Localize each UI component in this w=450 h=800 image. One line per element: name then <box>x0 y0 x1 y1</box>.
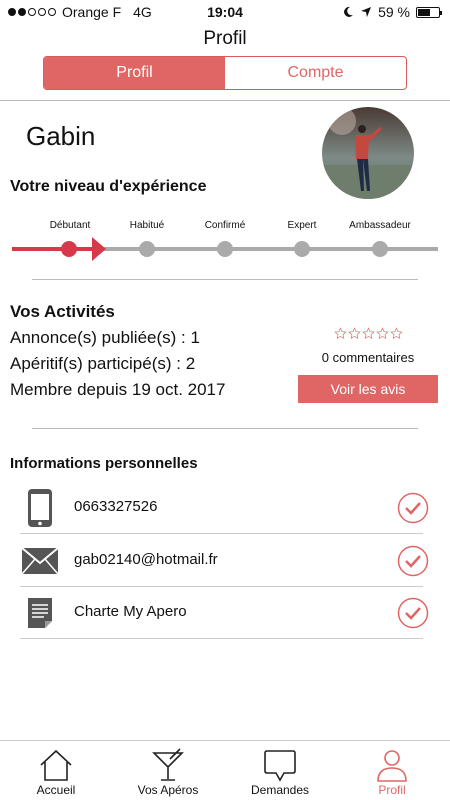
rating-stars <box>334 327 403 340</box>
cocktail-icon <box>152 748 184 781</box>
charte-row[interactable]: Charte My Apero <box>20 587 429 639</box>
experience-title: Votre niveau d'expérience <box>10 178 207 195</box>
charte-value: Charte My Apero <box>74 603 187 620</box>
phone-row[interactable]: 0663327526 <box>20 482 429 534</box>
voir-avis-button[interactable]: Voir les avis <box>298 375 438 403</box>
battery-label: 59 % <box>378 4 410 20</box>
star-icon <box>362 327 375 340</box>
personal-info-title: Informations personnelles <box>10 455 198 472</box>
tab-label: Accueil <box>36 783 76 797</box>
comments-count: 0 commentaires <box>321 350 415 365</box>
level-label: Habitué <box>129 220 165 231</box>
envelope-icon <box>20 541 60 581</box>
level-node-ambassadeur <box>372 241 388 257</box>
segmented-control: Profil Compte <box>43 56 407 90</box>
level-label: Ambassadeur <box>349 220 411 231</box>
battery-icon <box>416 6 442 18</box>
star-icon <box>376 327 389 340</box>
level-track-progress <box>12 247 100 251</box>
activities-title: Vos Activités <box>10 302 115 321</box>
location-arrow-icon <box>361 7 372 17</box>
tab-bar: Accueil Vos Apéros Demandes Profil <box>0 740 450 800</box>
tab-accueil[interactable]: Accueil <box>0 741 112 800</box>
membre-since: Membre depuis 19 oct. 2017 <box>10 380 226 399</box>
aperitifs-count: Apéritif(s) participé(s) : 2 <box>10 354 196 373</box>
house-icon <box>40 749 72 781</box>
level-node-habitue <box>139 241 155 257</box>
annonces-count: Annonce(s) publiée(s) : 1 <box>10 328 200 347</box>
divider <box>32 428 418 429</box>
avatar-photo <box>322 107 414 199</box>
tab-label: Vos Apéros <box>137 783 199 797</box>
level-arrow-icon <box>92 237 106 261</box>
star-icon <box>348 327 361 340</box>
tab-demandes[interactable]: Demandes <box>224 741 336 800</box>
level-node-confirme <box>217 241 233 257</box>
level-node-expert <box>294 241 310 257</box>
star-icon <box>390 327 403 340</box>
document-icon <box>20 593 60 633</box>
page-title: Profil <box>203 28 247 49</box>
segment-profil[interactable]: Profil <box>44 57 225 89</box>
status-bar: Orange F 4G 19:04 59 % <box>0 0 450 24</box>
star-icon <box>334 327 347 340</box>
moon-icon <box>344 6 354 17</box>
email-value: gab02140@hotmail.fr <box>74 551 218 568</box>
tab-label: Demandes <box>250 783 310 797</box>
status-right: 59 % <box>342 4 442 20</box>
experience-level-track: Débutant Habitué Confirmé Expert Ambassa… <box>0 220 450 268</box>
level-label: Expert <box>287 220 317 231</box>
phone-value: 0663327526 <box>74 498 158 515</box>
level-label: Confirmé <box>204 220 246 231</box>
user-name: Gabin <box>26 121 96 151</box>
tab-vos-aperos[interactable]: Vos Apéros <box>112 741 224 800</box>
avatar[interactable] <box>322 107 414 199</box>
check-icon <box>397 545 429 577</box>
check-icon <box>397 492 429 524</box>
phone-icon <box>20 488 60 528</box>
divider <box>32 279 418 280</box>
level-node-debutant <box>61 241 77 257</box>
tab-label: Profil <box>378 783 406 797</box>
person-icon <box>377 750 407 782</box>
level-label: Débutant <box>49 220 91 231</box>
divider <box>0 100 450 101</box>
email-row[interactable]: gab02140@hotmail.fr <box>20 535 429 587</box>
speech-bubble-icon <box>264 750 296 782</box>
segment-compte[interactable]: Compte <box>225 57 406 89</box>
tab-profil[interactable]: Profil <box>336 741 448 800</box>
check-icon <box>397 597 429 629</box>
